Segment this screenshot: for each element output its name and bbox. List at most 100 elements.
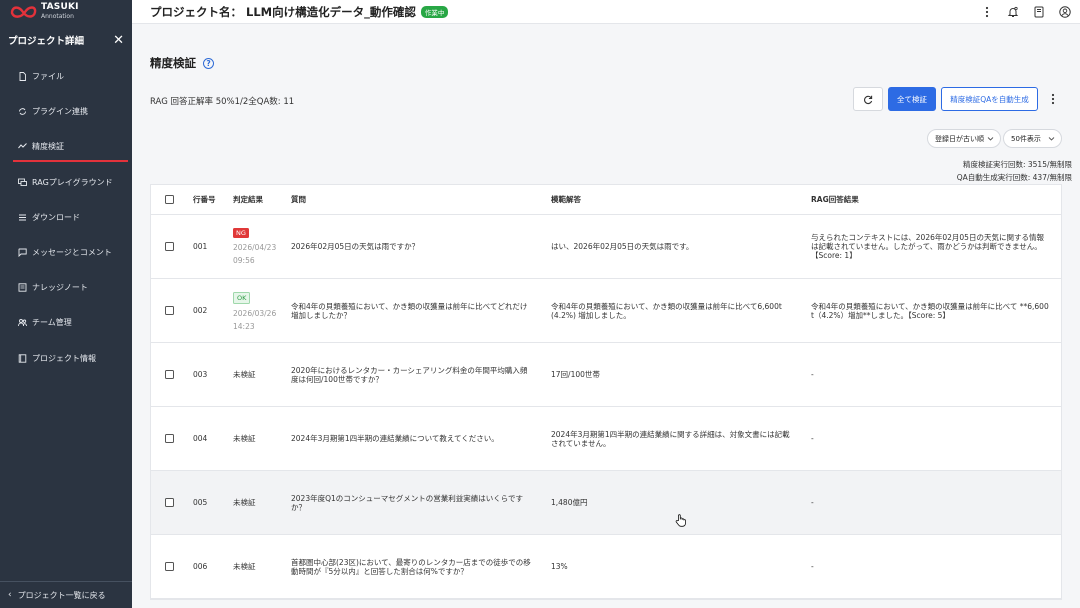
- manual-book-icon[interactable]: [1032, 5, 1046, 19]
- sort-order-value: 登録日が古い順: [935, 134, 984, 143]
- row-checkbox[interactable]: [165, 434, 174, 443]
- row-checkbox[interactable]: [165, 306, 174, 315]
- question-cell: 2023年度Q1のコンシューマセグメントの営業利益実績はいくらですか？: [291, 493, 524, 512]
- more-vert-icon[interactable]: [980, 5, 994, 19]
- table-row[interactable]: 002 OK 2026/03/26 14:23 令和4年の貝類養殖において、かき…: [151, 279, 1061, 343]
- message-icon: [18, 248, 27, 258]
- rag-result-cell: 令和4年の貝類養殖において、かき類の収獲量は前年に比べて **6,600 t（4…: [811, 301, 1049, 320]
- tasuki-logo[interactable]: TASUKI Annotation: [0, 0, 132, 24]
- tasuki-logo-mark-icon: [10, 3, 38, 21]
- model-answer-cell: 令和4年の貝類養殖において、かき類の収獲量は前年に比べて6,600t (4.2%…: [551, 301, 782, 320]
- sidebar-item-label: プラグイン連携: [32, 107, 88, 117]
- page-size-value: 50件表示: [1011, 134, 1041, 143]
- rag-result-cell: -: [811, 434, 814, 443]
- notification-bell-icon[interactable]: [1006, 5, 1020, 19]
- note-icon: [18, 283, 27, 292]
- result-status: 未検証: [233, 562, 256, 571]
- header-bar: プロジェクト名： LLM向け構造化データ_動作確認 作業中: [132, 0, 1080, 24]
- question-cell: 令和4年の貝類養殖において、かき類の収獲量は前年に比べてどれだけ増加しましたか？: [291, 301, 528, 320]
- select-all-checkbox[interactable]: [165, 195, 174, 204]
- sidebar-item-knowledge-note[interactable]: ナレッジノート: [0, 270, 132, 305]
- table-row[interactable]: 003 未検証 2020年におけるレンタカー・カーシェアリング料金の年間平均購入…: [151, 343, 1061, 407]
- table-row[interactable]: 001 NG 2026/04/23 09:56 2026年02月05日の天気は雨…: [151, 215, 1061, 279]
- brand-subtitle: Annotation: [41, 13, 74, 20]
- sidebar-item-project-info[interactable]: プロジェクト情報: [0, 341, 132, 376]
- rag-result-cell: 与えられたコンテキストには、2026年02月05日の天気に関する情報は記載されて…: [811, 233, 1044, 260]
- usage-counts: 精度検証実行回数: 3515/無制限 QA自動生成実行回数: 437/無制限: [957, 158, 1072, 184]
- header-question: 質問: [291, 195, 306, 204]
- header-rag-result: RAG回答結果: [811, 195, 859, 204]
- result-time: 09:56: [233, 256, 255, 265]
- sidebar-item-plugin[interactable]: プラグイン連携: [0, 94, 132, 129]
- row-checkbox[interactable]: [165, 242, 174, 251]
- chevron-left-icon: ‹: [8, 590, 12, 600]
- result-time: 14:23: [233, 322, 255, 331]
- rag-result-cell: -: [811, 562, 814, 571]
- row-number: 004: [193, 434, 208, 443]
- result-status: 未検証: [233, 370, 256, 379]
- rag-result-cell: -: [811, 370, 814, 379]
- refresh-button[interactable]: [853, 87, 883, 111]
- sidebar-item-messages[interactable]: メッセージとコメント: [0, 235, 132, 270]
- close-sidebar-icon[interactable]: ✕: [113, 34, 124, 47]
- account-circle-icon[interactable]: [1058, 5, 1072, 19]
- hand-pointer-cursor-icon: [675, 512, 686, 531]
- sidebar-item-label: ダウンロード: [32, 212, 80, 222]
- sidebar-item-label: ナレッジノート: [32, 283, 88, 293]
- accuracy-icon: [18, 142, 27, 151]
- plugin-icon: [18, 107, 27, 116]
- sidebar-item-label: プロジェクト情報: [32, 353, 96, 363]
- row-number: 001: [193, 242, 208, 251]
- help-icon[interactable]: ?: [203, 57, 214, 69]
- rag-result-cell: -: [811, 498, 814, 507]
- main-content: 精度検証 ? RAG 回答正解率 50%1/2全QA数: 11 全て検証 精度検…: [132, 25, 1080, 608]
- back-to-projects-label: プロジェクト一覧に戻る: [17, 590, 106, 600]
- row-number: 003: [193, 370, 208, 379]
- page-title: 精度検証 ?: [150, 55, 214, 71]
- row-number: 002: [193, 306, 208, 315]
- question-cell: 2020年におけるレンタカー・カーシェアリング料金の年間平均購入頻度は何回/10…: [291, 365, 528, 384]
- project-title: プロジェクト名： LLM向け構造化データ_動作確認: [150, 4, 416, 19]
- row-checkbox[interactable]: [165, 498, 174, 507]
- table-row[interactable]: 005 未検証 2023年度Q1のコンシューマセグメントの営業利益実績はいくらで…: [151, 471, 1061, 535]
- sidebar-nav: ファイル プラグイン連携 精度検証 RAGプレイグラウンド ダウンロード メッセ…: [0, 59, 132, 376]
- model-answer-cell: 2024年3月期第1四半期の連結業績に関する詳細は、対象文書には記載されていませ…: [551, 429, 790, 448]
- sidebar-item-label: RAGプレイグラウンド: [32, 177, 113, 187]
- project-info-icon: [18, 353, 27, 363]
- ok-badge: OK: [233, 292, 251, 304]
- sidebar-item-rag-playground[interactable]: RAGプレイグラウンド: [0, 165, 132, 200]
- sidebar: TASUKI Annotation プロジェクト詳細 ✕ ファイル プラグイン連…: [0, 0, 132, 608]
- row-checkbox[interactable]: [165, 562, 174, 571]
- model-answer-cell: はい、2026年02月05日の天気は雨です。: [551, 242, 694, 251]
- sidebar-header: プロジェクト詳細 ✕: [8, 33, 124, 48]
- more-options-icon[interactable]: [1048, 91, 1058, 107]
- back-to-projects-link[interactable]: ‹ プロジェクト一覧に戻る: [0, 581, 132, 608]
- table-row[interactable]: 004 未検証 2024年3月期第1四半期の連結業績について教えてください。 2…: [151, 407, 1061, 471]
- sidebar-item-file[interactable]: ファイル: [0, 59, 132, 94]
- chevron-down-icon: [987, 135, 994, 144]
- verify-run-count: 精度検証実行回数: 3515/無制限: [962, 160, 1072, 169]
- sidebar-item-label: メッセージとコメント: [32, 248, 112, 258]
- header-actions: [968, 0, 1072, 24]
- header-line-no: 行番号: [193, 195, 216, 204]
- row-checkbox[interactable]: [165, 370, 174, 379]
- table-header: 行番号 判定結果 質問 模範解答 RAG回答結果: [151, 185, 1061, 215]
- result-date: 2026/03/26: [233, 309, 277, 318]
- sidebar-item-label: チーム管理: [32, 318, 72, 328]
- verify-all-button[interactable]: 全て検証: [888, 87, 936, 111]
- sidebar-item-team[interactable]: チーム管理: [0, 305, 132, 340]
- question-cell: 首都圏中心部(23区)において、最寄りのレンタカー店までの徒歩での移動時間が『5…: [291, 557, 531, 576]
- qa-table: 行番号 判定結果 質問 模範解答 RAG回答結果 001 NG 2026/04/…: [150, 184, 1062, 600]
- table-row[interactable]: 006 未検証 首都圏中心部(23区)において、最寄りのレンタカー店までの徒歩で…: [151, 535, 1061, 599]
- qa-generation-count: QA自動生成実行回数: 437/無制限: [956, 173, 1072, 182]
- sidebar-title: プロジェクト詳細: [8, 36, 85, 47]
- auto-generate-qa-button[interactable]: 精度検証QAを自動生成: [941, 87, 1038, 111]
- sidebar-item-accuracy[interactable]: 精度検証: [0, 129, 132, 164]
- header-result: 判定結果: [233, 195, 263, 204]
- sort-order-select[interactable]: 登録日が古い順: [927, 129, 1001, 148]
- sidebar-item-download[interactable]: ダウンロード: [0, 200, 132, 235]
- question-cell: 2026年02月05日の天気は雨ですか？: [291, 242, 420, 251]
- file-icon: [18, 72, 27, 82]
- team-icon: [18, 318, 27, 327]
- page-size-select[interactable]: 50件表示: [1003, 129, 1062, 148]
